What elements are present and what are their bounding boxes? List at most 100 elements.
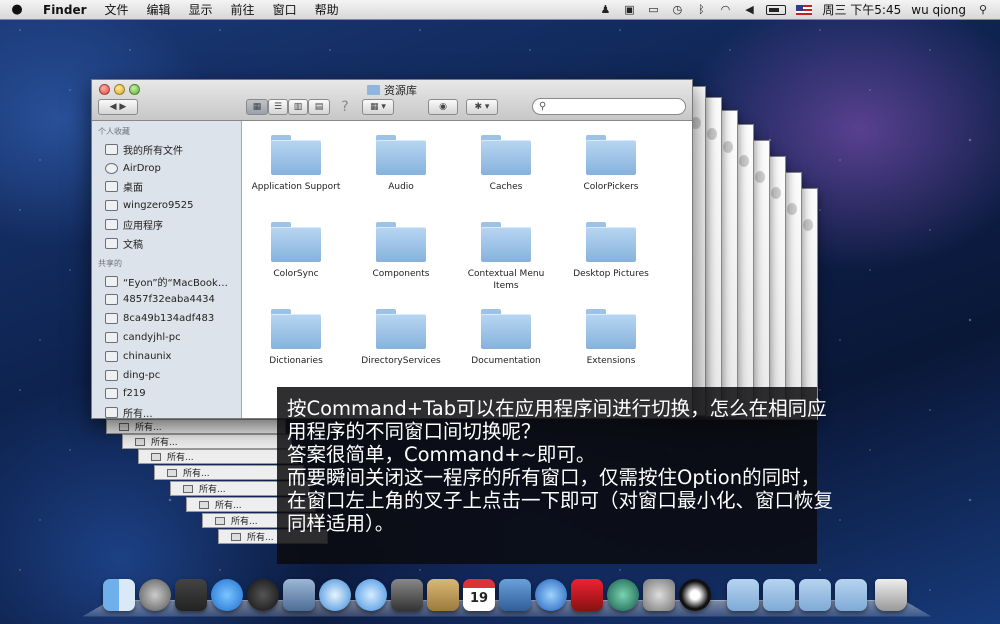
computer-icon <box>105 332 118 344</box>
apple-menu-icon[interactable]: ● <box>0 2 34 17</box>
folder-item[interactable]: Documentation <box>456 309 556 367</box>
stacked-window-label[interactable]: 所有... <box>106 419 286 434</box>
menu-file[interactable]: 文件 <box>96 1 138 18</box>
qq-status-icon[interactable]: ♟ <box>598 3 612 16</box>
back-forward-button[interactable]: ◀ ▶ <box>98 99 138 115</box>
qq-icon[interactable] <box>679 579 711 611</box>
view-coverflow-button[interactable]: ▤ <box>308 99 330 115</box>
sidebar-item-applications[interactable]: 应用程序 <box>92 215 241 234</box>
iphoto-icon[interactable] <box>499 579 531 611</box>
lock-icon[interactable]: ▣ <box>622 3 636 16</box>
sidebar-item-shared-computer[interactable]: f219 <box>92 385 241 404</box>
safari-icon[interactable] <box>319 579 351 611</box>
caption-line: 而要瞬间关闭这一程序的所有窗口，仅需按住Option的同时， <box>287 466 821 489</box>
sidebar-item-shared-computer[interactable]: candyjhl-pc <box>92 328 241 347</box>
trash-icon[interactable] <box>875 579 907 611</box>
downloads-stack-icon[interactable] <box>799 579 831 611</box>
view-columns-button[interactable]: ▥ <box>288 99 308 115</box>
sidebar-item-shared-computer[interactable]: 8ca49b134adf483 <box>92 309 241 328</box>
address-book-icon[interactable] <box>427 579 459 611</box>
mission-control-icon[interactable] <box>175 579 207 611</box>
folder-icon <box>367 85 380 95</box>
time-machine-status-icon[interactable]: ◷ <box>670 3 684 16</box>
computer-icon <box>105 275 118 287</box>
sidebar-item-documents[interactable]: 文稿 <box>92 234 241 253</box>
bluetooth-icon[interactable]: ᛒ <box>694 3 708 16</box>
caption-line: 答案很简单，Command+~即可。 <box>287 443 596 466</box>
applications-icon <box>105 219 118 231</box>
folder-icon <box>376 135 426 175</box>
calendar-icon[interactable]: 19 <box>463 579 495 611</box>
computer-icon <box>105 388 118 400</box>
sidebar-item-all-my-files[interactable]: 我的所有文件 <box>92 140 241 159</box>
battery-icon[interactable] <box>766 4 787 15</box>
stacked-window-label[interactable]: 所有... <box>122 434 292 449</box>
arrange-button[interactable]: ▦ ▾ <box>362 99 394 115</box>
menu-clock[interactable]: 周三 下午5:45 <box>822 1 901 18</box>
folder-item[interactable]: Audio <box>351 135 451 193</box>
sidebar-item-shared-computer[interactable]: ding-pc <box>92 366 241 385</box>
system-preferences-icon[interactable] <box>643 579 675 611</box>
sidebar-header-shared: 共享的 <box>98 258 122 268</box>
sidebar-item-shared-all[interactable]: 所有... <box>92 403 241 418</box>
folder-item[interactable]: Dictionaries <box>246 309 346 367</box>
itunes-icon[interactable] <box>535 579 567 611</box>
preview-icon[interactable] <box>283 579 315 611</box>
folder-icon <box>481 222 531 262</box>
launchpad-icon[interactable] <box>139 579 171 611</box>
action-gear-button[interactable]: ✱ ▾ <box>466 99 498 115</box>
sidebar-item-shared-computer[interactable]: chinaunix <box>92 347 241 366</box>
folder-item[interactable]: DirectoryServices <box>351 309 451 367</box>
view-icons-button[interactable]: ▦ <box>246 99 268 115</box>
menu-go[interactable]: 前往 <box>222 1 264 18</box>
folder-stack-icon[interactable] <box>835 579 867 611</box>
menu-help[interactable]: 帮助 <box>306 1 348 18</box>
eye-button[interactable]: ◉ <box>428 99 458 115</box>
photo-booth-icon[interactable] <box>571 579 603 611</box>
caption-line: 用程序的不同窗口间切换呢？ <box>287 420 541 443</box>
folder-item[interactable]: Caches <box>456 135 556 193</box>
sidebar-header-favorites: 个人收藏 <box>98 127 130 136</box>
finder-icon[interactable] <box>103 579 135 611</box>
display-icon[interactable]: ▭ <box>646 3 660 16</box>
computer-icon <box>105 369 118 381</box>
computer-icon <box>105 350 118 362</box>
folder-item[interactable]: Application Support <box>246 135 346 193</box>
menu-finder[interactable]: Finder <box>34 3 96 17</box>
menu-user[interactable]: wu qiong <box>911 3 966 17</box>
sidebar-item-home[interactable]: wingzero9525 <box>92 196 241 215</box>
documents-stack-icon[interactable] <box>763 579 795 611</box>
sidebar-item-shared-computer[interactable]: “Eyon”的“MacBook… <box>92 272 241 291</box>
folder-item[interactable]: Components <box>351 222 451 280</box>
menu-view[interactable]: 显示 <box>180 1 222 18</box>
folder-item[interactable]: Contextual Menu Items <box>456 222 556 292</box>
app-store-icon[interactable] <box>211 579 243 611</box>
time-machine-icon[interactable] <box>607 579 639 611</box>
applications-stack-icon[interactable] <box>727 579 759 611</box>
network-icon <box>105 407 118 418</box>
caption-overlay: 按Command+Tab可以在应用程序间进行切换，怎么在相同应 用程序的不同窗口… <box>277 387 833 564</box>
folder-icon <box>586 222 636 262</box>
menu-window[interactable]: 窗口 <box>264 1 306 18</box>
stacked-window-label[interactable]: 所有... <box>138 449 298 464</box>
folder-item[interactable]: ColorSync <box>246 222 346 280</box>
volume-icon[interactable]: ◀ <box>742 3 756 16</box>
spotlight-search-icon[interactable]: ⚲ <box>976 3 990 16</box>
airdrop-icon <box>105 162 118 174</box>
folder-item[interactable]: Desktop Pictures <box>561 222 661 280</box>
dashboard-icon[interactable] <box>247 579 279 611</box>
folder-item[interactable]: ColorPickers <box>561 135 661 193</box>
sidebar-item-desktop[interactable]: 桌面 <box>92 178 241 197</box>
quick-look-button[interactable]: ? <box>338 99 352 115</box>
menu-edit[interactable]: 编辑 <box>138 1 180 18</box>
facetime-icon[interactable] <box>391 579 423 611</box>
folder-item[interactable]: Extensions <box>561 309 661 367</box>
search-input[interactable]: ⚲ <box>532 98 686 115</box>
sidebar-item-shared-computer[interactable]: 4857f32eaba4434 <box>92 291 241 310</box>
sidebar-item-airdrop[interactable]: AirDrop <box>92 159 241 178</box>
folder-grid: Application Support Audio Caches ColorPi… <box>242 121 692 418</box>
messages-icon[interactable] <box>355 579 387 611</box>
wifi-icon[interactable]: ◠ <box>718 3 732 16</box>
input-source-flag-icon[interactable] <box>796 4 813 15</box>
view-list-button[interactable]: ☰ <box>268 99 288 115</box>
